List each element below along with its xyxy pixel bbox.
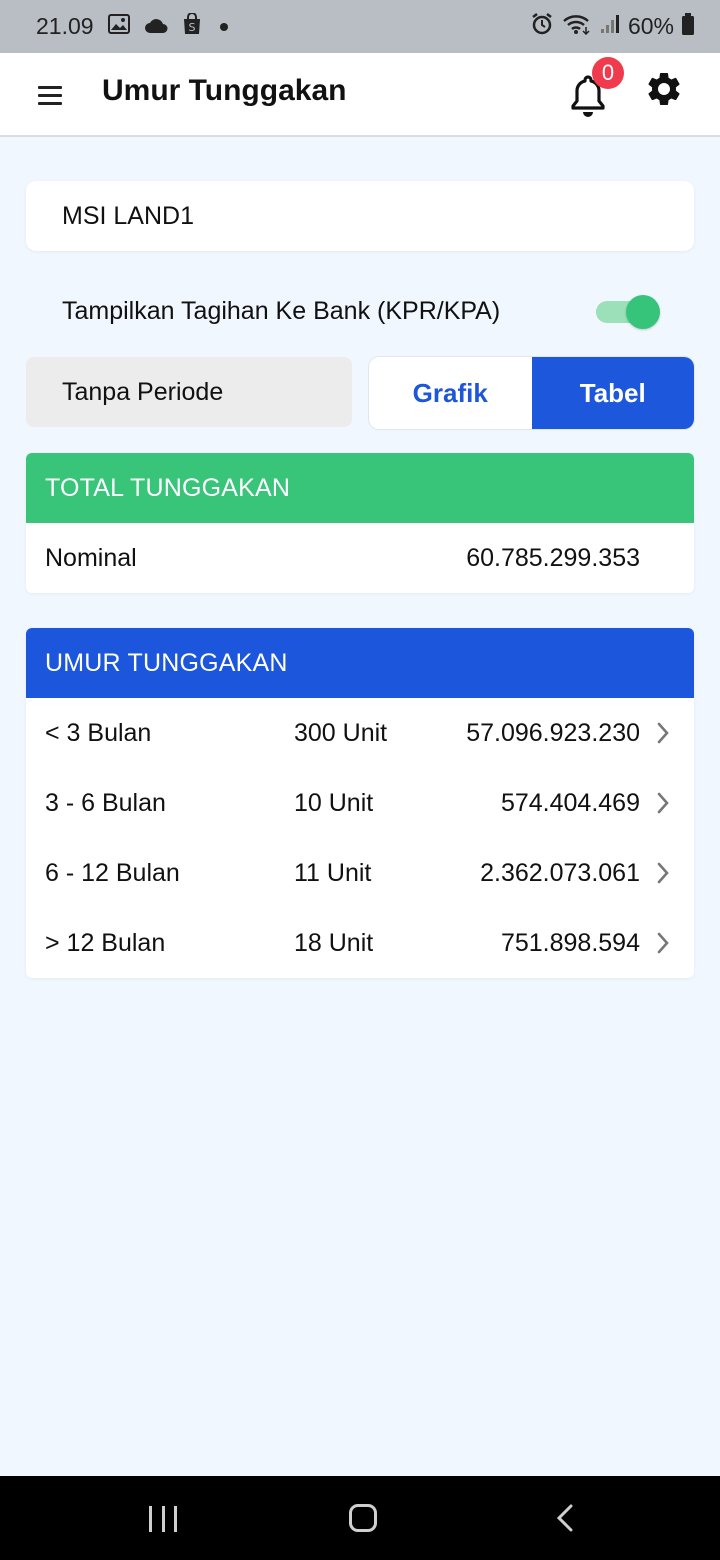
aging-period: > 12 Bulan bbox=[45, 929, 166, 957]
view-toggle: Grafik Tabel bbox=[369, 357, 694, 429]
system-nav-bar bbox=[0, 1476, 720, 1560]
period-value: Tanpa Periode bbox=[62, 377, 224, 406]
battery-icon bbox=[682, 12, 694, 41]
aging-units: 10 Unit bbox=[294, 789, 374, 817]
total-nominal-row: Nominal 60.785.299.353 bbox=[26, 523, 694, 593]
project-name: MSI LAND1 bbox=[62, 201, 194, 230]
wifi-icon bbox=[562, 13, 592, 41]
gallery-icon bbox=[107, 13, 130, 40]
status-bar: 21.09 S 60% bbox=[0, 0, 720, 53]
aging-units: 18 Unit bbox=[294, 929, 374, 957]
battery-percent: 60% bbox=[627, 13, 674, 39]
aging-amount: 57.096.923.230 bbox=[466, 719, 640, 747]
aging-amount: 2.362.073.061 bbox=[480, 859, 640, 887]
aging-units: 11 Unit bbox=[294, 859, 372, 887]
aging-period: < 3 Bulan bbox=[45, 719, 152, 747]
cloud-icon bbox=[144, 13, 168, 40]
aging-units: 300 Unit bbox=[294, 719, 388, 747]
table-row[interactable]: < 3 Bulan 300 Unit 57.096.923.230 bbox=[26, 698, 694, 768]
aging-period: 3 - 6 Bulan bbox=[45, 789, 166, 817]
bank-billing-toggle-row: Tampilkan Tagihan Ke Bank (KPR/KPA) bbox=[62, 286, 662, 336]
signal-icon bbox=[600, 13, 620, 40]
gear-icon[interactable] bbox=[644, 69, 684, 109]
arrears-aging-header: UMUR TUNGGAKAN bbox=[26, 628, 694, 698]
table-row[interactable]: 3 - 6 Bulan 10 Unit 574.404.469 bbox=[26, 768, 694, 838]
back-icon[interactable] bbox=[556, 1504, 574, 1532]
status-time: 21.09 bbox=[36, 13, 94, 39]
notification-dot-icon bbox=[219, 22, 228, 31]
table-row[interactable]: > 12 Bulan 18 Unit 751.898.594 bbox=[26, 908, 694, 978]
notification-badge[interactable]: 0 bbox=[592, 57, 624, 89]
nominal-value: 60.785.299.353 bbox=[466, 544, 640, 572]
chevron-right-icon[interactable] bbox=[656, 722, 670, 744]
app-bar: Umur Tunggakan 0 bbox=[0, 53, 720, 137]
bank-billing-switch[interactable] bbox=[596, 295, 660, 329]
svg-text:S: S bbox=[188, 21, 195, 34]
chevron-right-icon[interactable] bbox=[656, 792, 670, 814]
project-selector[interactable]: MSI LAND1 bbox=[26, 181, 694, 251]
total-arrears-header: TOTAL TUNGGAKAN bbox=[26, 453, 694, 523]
page-title: Umur Tunggakan bbox=[102, 74, 347, 107]
table-row[interactable]: 6 - 12 Bulan 11 Unit 2.362.073.061 bbox=[26, 838, 694, 908]
menu-icon[interactable] bbox=[38, 77, 64, 113]
period-select[interactable]: Tanpa Periode bbox=[26, 357, 352, 427]
chevron-right-icon[interactable] bbox=[656, 932, 670, 954]
aging-amount: 751.898.594 bbox=[500, 929, 640, 957]
arrears-aging-card: UMUR TUNGGAKAN < 3 Bulan 300 Unit 57.096… bbox=[26, 628, 694, 978]
aging-period: 6 - 12 Bulan bbox=[45, 859, 180, 887]
tab-tabel[interactable]: Tabel bbox=[531, 357, 694, 429]
tab-grafik[interactable]: Grafik bbox=[369, 357, 532, 429]
aging-amount: 574.404.469 bbox=[500, 789, 640, 817]
nominal-label: Nominal bbox=[45, 544, 137, 572]
home-icon[interactable] bbox=[349, 1504, 377, 1532]
alarm-icon bbox=[530, 12, 554, 42]
total-arrears-card: TOTAL TUNGGAKAN Nominal 60.785.299.353 bbox=[26, 453, 694, 593]
recent-apps-icon[interactable] bbox=[149, 1506, 177, 1532]
chevron-right-icon[interactable] bbox=[656, 862, 670, 884]
toggle-label: Tampilkan Tagihan Ke Bank (KPR/KPA) bbox=[62, 296, 501, 325]
shop-icon: S bbox=[182, 11, 202, 41]
